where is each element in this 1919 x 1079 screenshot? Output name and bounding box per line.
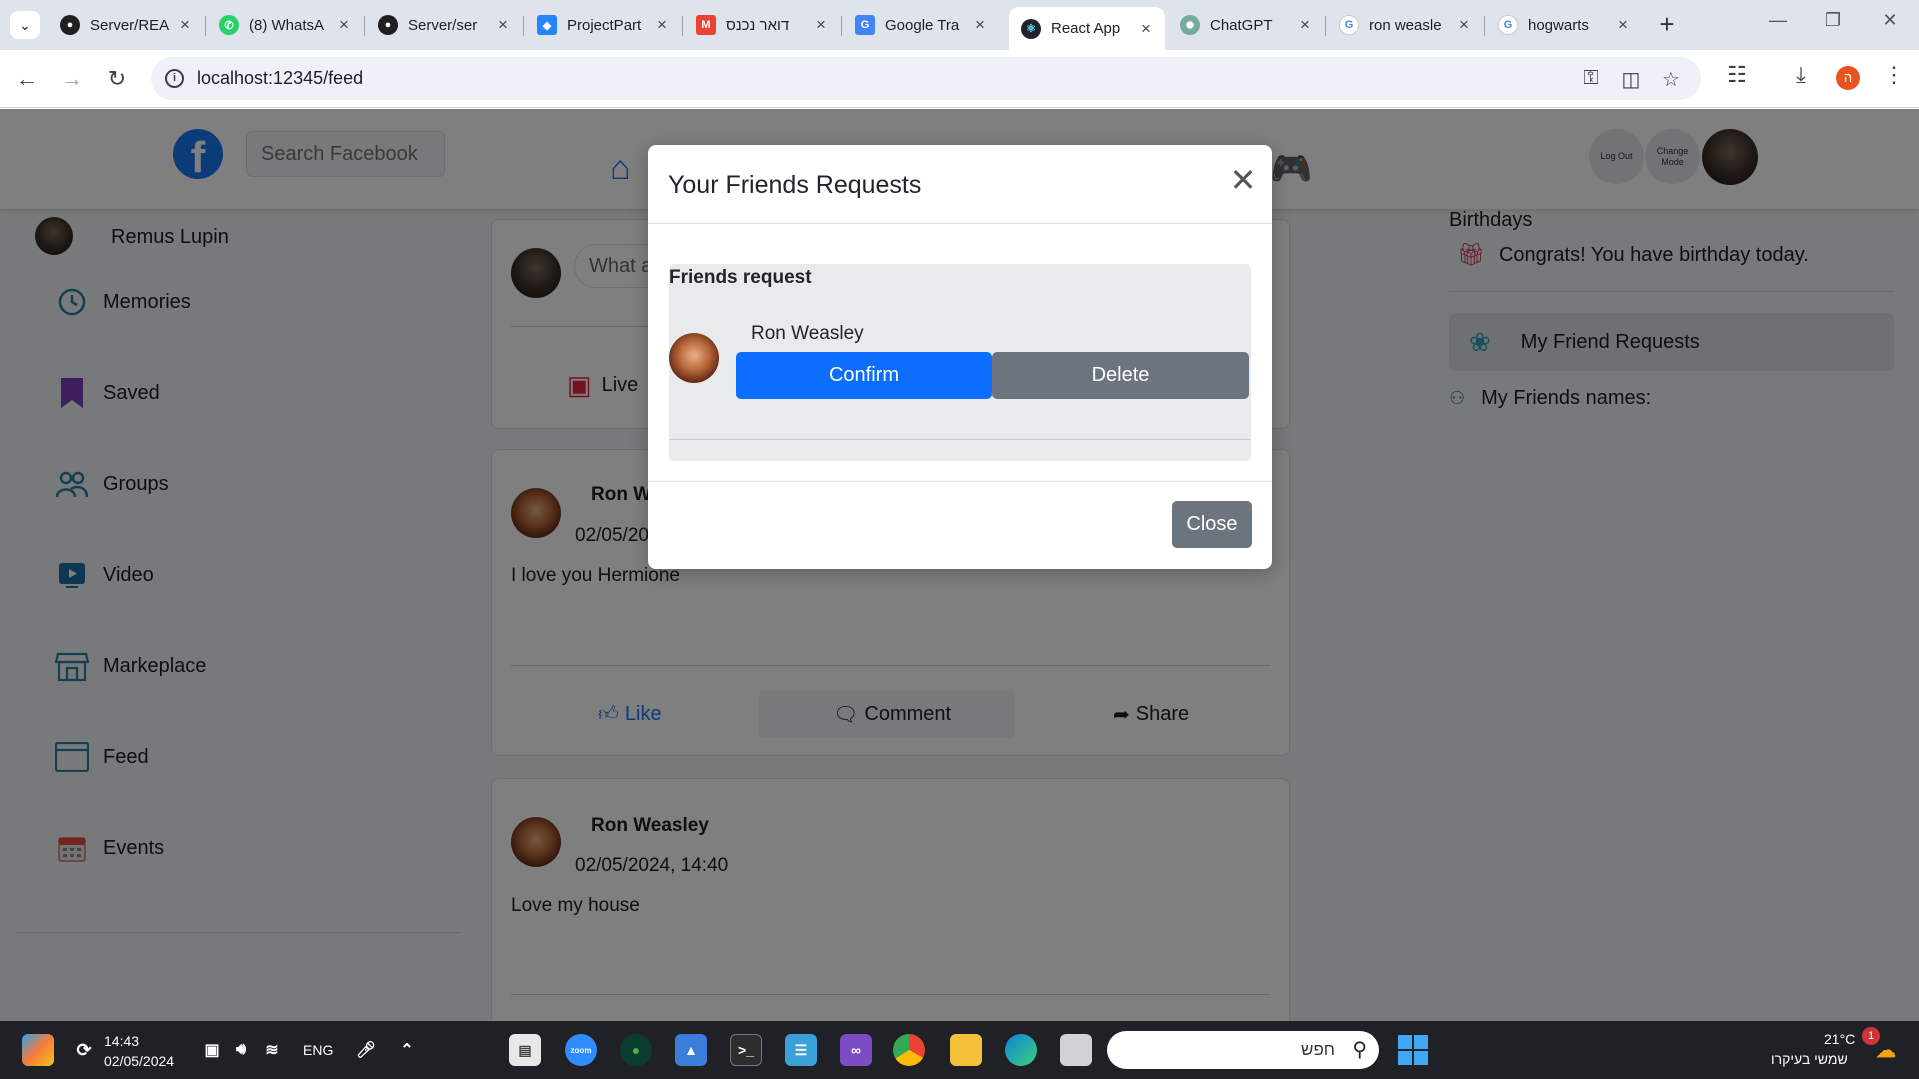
browser-tab[interactable]: ● Server/REA ×	[48, 7, 204, 43]
gmail-icon: M	[696, 15, 716, 35]
wifi-icon[interactable]: ≋	[256, 1034, 288, 1066]
minimize-icon: —	[1769, 10, 1787, 30]
arrow-left-icon: ←	[16, 66, 38, 91]
tab-close-icon[interactable]: ×	[971, 15, 989, 35]
tab-close-icon[interactable]: ×	[335, 15, 353, 35]
friend-requests-modal: Your Friends Requests ✕ Friends request …	[648, 145, 1272, 569]
terminal-icon[interactable]: >_	[730, 1034, 762, 1066]
back-button[interactable]: ←	[12, 64, 42, 94]
browser-tab[interactable]: ✆ (8) WhatsA ×	[207, 7, 363, 43]
google-translate-icon: G	[855, 15, 875, 35]
os-taskbar: ⟳ 14:43 02/05/2024 ▣ 🔊︎ ≋ ENG 🎤︎ ⌃ ▤ zoo…	[0, 1021, 1919, 1079]
browser-tab[interactable]: G Google Tra ×	[843, 7, 999, 43]
install-app-icon[interactable]: ◫	[1618, 67, 1644, 91]
requester-name: Ron Weasley	[751, 323, 864, 344]
volume-icon[interactable]: 🔊︎	[225, 1034, 257, 1066]
bookmark-star-icon[interactable]: ☆	[1658, 67, 1684, 91]
restore-button[interactable]: ❐	[1813, 10, 1853, 31]
jira-icon: ◆	[537, 15, 557, 35]
task-view-icon[interactable]	[1060, 1034, 1092, 1066]
download-icon[interactable]: ⤓	[1787, 62, 1815, 90]
chatgpt-icon: ✹	[1180, 15, 1200, 35]
menu-kebab-icon[interactable]: ⋮	[1880, 62, 1908, 90]
search-icon: ⚲	[1352, 1039, 1367, 1061]
tab-close-icon[interactable]: ×	[1455, 15, 1473, 35]
tab-close-icon[interactable]: ×	[812, 15, 830, 35]
microphone-icon[interactable]: 🎤︎	[350, 1034, 382, 1066]
browser-tab[interactable]: ✹ ChatGPT ×	[1168, 7, 1324, 43]
browser-toolbar: ← → ↻ i localhost:12345/feed ⚿ ◫ ☆	[0, 50, 1919, 108]
profile-avatar[interactable]: ה	[1836, 66, 1860, 90]
new-tab-button[interactable]: +	[1652, 11, 1682, 39]
avatar	[669, 333, 719, 383]
password-key-icon[interactable]: ⚿	[1578, 67, 1604, 91]
edge-icon[interactable]	[1005, 1034, 1037, 1066]
confirm-button[interactable]: Confirm	[736, 352, 992, 399]
browser-tabstrip: ⌄ ● Server/REA × ✆ (8) WhatsA × ● Server…	[0, 0, 1919, 50]
modal-title: Your Friends Requests	[668, 171, 922, 199]
tab-close-icon[interactable]: ×	[653, 15, 671, 35]
browser-tab[interactable]: G ron weasle ×	[1327, 7, 1483, 43]
restore-icon: ❐	[1824, 10, 1842, 30]
google-icon: G	[1339, 15, 1359, 35]
zoom-icon[interactable]: zoom	[565, 1034, 597, 1066]
info-icon[interactable]: i	[165, 69, 184, 88]
chevron-up-icon[interactable]: ⌃	[391, 1034, 423, 1066]
file-explorer-icon[interactable]	[950, 1034, 982, 1066]
tab-close-icon[interactable]: ×	[1296, 15, 1314, 35]
whatsapp-icon: ✆	[219, 15, 239, 35]
delete-button[interactable]: Delete	[992, 352, 1249, 399]
browser-tab[interactable]: ◆ ProjectPart ×	[525, 7, 681, 43]
clock-time[interactable]: 14:43	[104, 1033, 139, 1049]
browser-tab[interactable]: G hogwarts ×	[1486, 7, 1642, 43]
photos-icon[interactable]: ▲	[675, 1034, 707, 1066]
notepad-icon[interactable]: ☰	[785, 1034, 817, 1066]
friend-request-card: Friends request Ron Weasley Confirm Dele…	[669, 264, 1251, 461]
close-button[interactable]: Close	[1172, 501, 1252, 548]
tab-close-icon[interactable]: ×	[1614, 15, 1632, 35]
close-icon: ✕	[1229, 162, 1257, 198]
github-icon: ●	[60, 15, 80, 35]
friend-request-heading: Friends request	[669, 267, 812, 288]
plus-icon: +	[1659, 9, 1675, 39]
language-indicator[interactable]: ENG	[303, 1042, 333, 1058]
react-icon: ⚛	[1021, 18, 1041, 39]
arrow-right-icon: →	[61, 66, 83, 91]
taskbar-search[interactable]: חפש ⚲	[1107, 1031, 1379, 1069]
battery-icon[interactable]: ▣	[196, 1034, 228, 1066]
chevron-down-icon: ⌄	[19, 16, 31, 33]
browser-tab[interactable]: M דואר נכנס ×	[684, 7, 840, 43]
clock-date[interactable]: 02/05/2024	[104, 1053, 174, 1069]
weather-temperature[interactable]: 21°C	[1824, 1031, 1855, 1047]
extensions-icon[interactable]: ☷	[1723, 62, 1751, 90]
windows-start-icon[interactable]	[1398, 1035, 1428, 1065]
forward-button[interactable]: →	[57, 64, 87, 94]
reload-icon: ↻	[107, 66, 127, 91]
weather-description[interactable]: שמשי בעיקרו	[1771, 1051, 1848, 1067]
close-icon: ✕	[1882, 10, 1898, 30]
url-text[interactable]: localhost:12345/feed	[197, 68, 363, 89]
modal-close-x-button[interactable]: ✕	[1228, 164, 1258, 196]
browser-tab-active[interactable]: ⚛ React App ×	[1009, 7, 1165, 50]
chrome-icon[interactable]	[893, 1034, 925, 1066]
rotation-lock-icon[interactable]: ⟳	[68, 1034, 100, 1066]
tab-close-icon[interactable]: ×	[1137, 19, 1155, 39]
tab-search-button[interactable]: ⌄	[10, 11, 40, 39]
visual-studio-icon[interactable]: ∞	[840, 1034, 872, 1066]
github-icon: ●	[378, 15, 398, 35]
app-icon[interactable]: ▤	[509, 1034, 541, 1066]
tab-close-icon[interactable]: ×	[176, 15, 194, 35]
close-window-button[interactable]: ✕	[1870, 10, 1910, 31]
google-icon: G	[1498, 15, 1518, 35]
tab-close-icon[interactable]: ×	[494, 15, 512, 35]
address-bar[interactable]: i localhost:12345/feed ⚿ ◫ ☆	[151, 57, 1701, 100]
mongodb-icon[interactable]: ●	[620, 1034, 652, 1066]
weather-icon[interactable]: ☁	[1870, 1034, 1902, 1066]
minimize-button[interactable]: —	[1758, 10, 1798, 31]
reload-button[interactable]: ↻	[102, 64, 132, 94]
browser-tab[interactable]: ● Server/ser ×	[366, 7, 522, 43]
copilot-icon[interactable]	[22, 1034, 54, 1066]
